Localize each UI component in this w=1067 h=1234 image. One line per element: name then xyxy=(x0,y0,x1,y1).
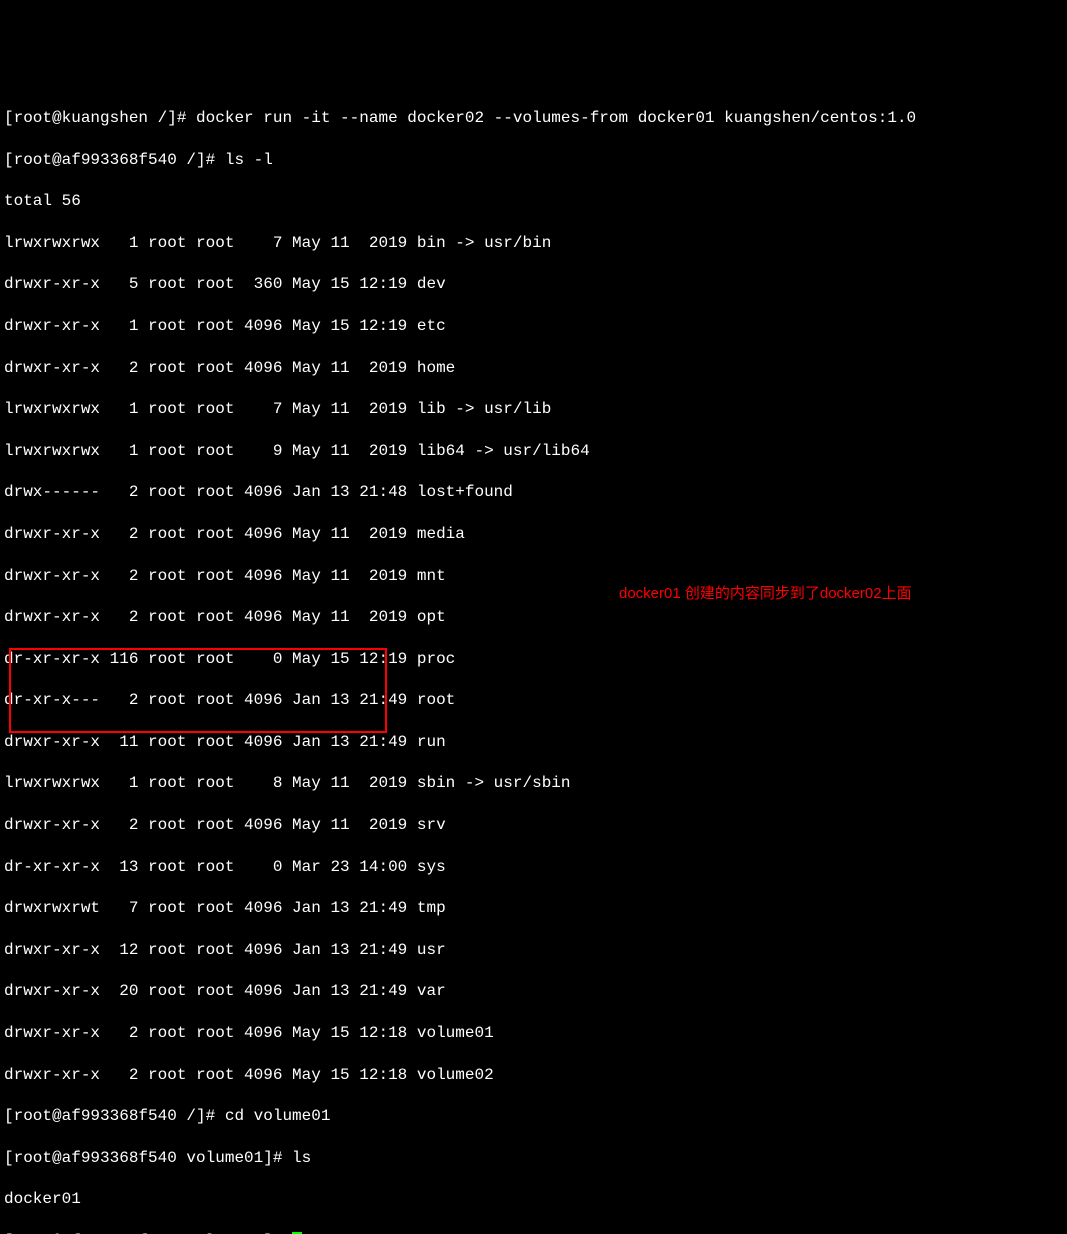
listing-entry: dr-xr-xr-x 13 root root 0 Mar 23 14:00 s… xyxy=(4,857,1063,878)
output-docker01: docker01 xyxy=(4,1189,1063,1210)
command-ls-l: [root@af993368f540 /]# ls -l xyxy=(4,150,1063,171)
listing-entry: drwxr-xr-x 12 root root 4096 Jan 13 21:4… xyxy=(4,940,1063,961)
listing-entry: drwxr-xr-x 2 root root 4096 May 11 2019 … xyxy=(4,524,1063,545)
listing-entry: drwxr-xr-x 5 root root 360 May 15 12:19 … xyxy=(4,274,1063,295)
listing-entry: drwxr-xr-x 2 root root 4096 May 11 2019 … xyxy=(4,566,1063,587)
listing-entry: drwxr-xr-x 2 root root 4096 May 11 2019 … xyxy=(4,815,1063,836)
prompt-text: [root@af993368f540 volume01]# xyxy=(4,1232,292,1234)
output-total: total 56 xyxy=(4,191,1063,212)
cursor-icon xyxy=(292,1232,302,1234)
listing-entry: drwx------ 2 root root 4096 Jan 13 21:48… xyxy=(4,482,1063,503)
listing-entry: drwxr-xr-x 20 root root 4096 Jan 13 21:4… xyxy=(4,981,1063,1002)
listing-entry: dr-xr-x--- 2 root root 4096 Jan 13 21:49… xyxy=(4,690,1063,711)
prompt-line[interactable]: [root@af993368f540 volume01]# xyxy=(4,1231,1063,1234)
listing-entry: lrwxrwxrwx 1 root root 7 May 11 2019 bin… xyxy=(4,233,1063,254)
command-cd-volume01: [root@af993368f540 /]# cd volume01 xyxy=(4,1106,1063,1127)
listing-entry: drwxrwxrwt 7 root root 4096 Jan 13 21:49… xyxy=(4,898,1063,919)
terminal-container[interactable]: [root@kuangshen /]# docker run -it --nam… xyxy=(4,87,1063,1234)
command-docker-run: [root@kuangshen /]# docker run -it --nam… xyxy=(4,108,1063,129)
listing-entry: lrwxrwxrwx 1 root root 9 May 11 2019 lib… xyxy=(4,441,1063,462)
listing-entry: drwxr-xr-x 2 root root 4096 May 15 12:18… xyxy=(4,1065,1063,1086)
listing-entry: lrwxrwxrwx 1 root root 8 May 11 2019 sbi… xyxy=(4,773,1063,794)
listing-entry: lrwxrwxrwx 1 root root 7 May 11 2019 lib… xyxy=(4,399,1063,420)
listing-entry: drwxr-xr-x 2 root root 4096 May 11 2019 … xyxy=(4,358,1063,379)
listing-entry: drwxr-xr-x 2 root root 4096 May 11 2019 … xyxy=(4,607,1063,628)
command-ls: [root@af993368f540 volume01]# ls xyxy=(4,1148,1063,1169)
listing-entry: drwxr-xr-x 11 root root 4096 Jan 13 21:4… xyxy=(4,732,1063,753)
listing-entry: dr-xr-xr-x 116 root root 0 May 15 12:19 … xyxy=(4,649,1063,670)
listing-entry: drwxr-xr-x 2 root root 4096 May 15 12:18… xyxy=(4,1023,1063,1044)
annotation-text: docker01 创建的内容同步到了docker02上面 xyxy=(619,584,912,604)
listing-entry: drwxr-xr-x 1 root root 4096 May 15 12:19… xyxy=(4,316,1063,337)
